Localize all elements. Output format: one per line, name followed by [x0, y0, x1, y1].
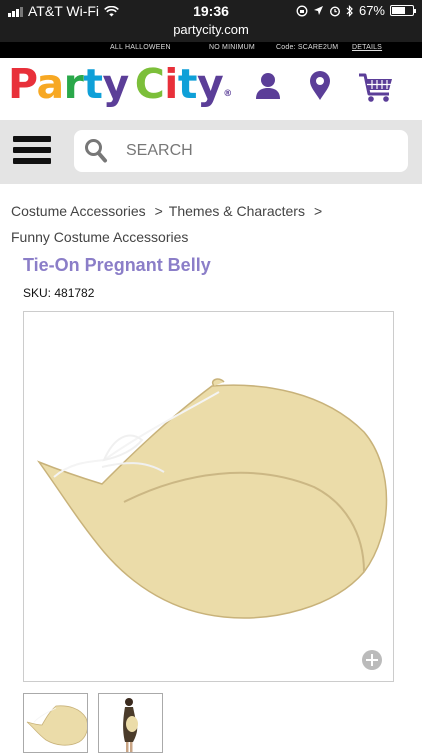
promo-left-text: ALL HALLOWEEN	[110, 44, 171, 51]
site-header: Party City®	[0, 58, 422, 120]
product-sku: SKU: 481782	[23, 286, 95, 300]
url-text: partycity.com	[173, 22, 249, 37]
battery-icon	[390, 5, 416, 16]
breadcrumb-themes-characters[interactable]: Themes & Characters	[169, 203, 305, 219]
logo-registered-mark: ®	[223, 89, 232, 99]
product-title: Tie-On Pregnant Belly	[23, 255, 211, 275]
search-icon	[85, 139, 107, 163]
logo-letter: r	[63, 60, 84, 108]
store-locator-icon[interactable]	[309, 71, 331, 101]
logo-letter: P	[8, 60, 37, 108]
pregnant-belly-image	[36, 378, 388, 619]
thumbnail-2[interactable]	[98, 693, 163, 753]
bluetooth-icon	[346, 4, 353, 17]
search-input[interactable]	[126, 138, 396, 164]
hamburger-menu-icon[interactable]	[13, 136, 51, 168]
zoom-in-icon[interactable]	[362, 650, 382, 670]
thumbnail-1[interactable]	[23, 693, 88, 753]
search-box[interactable]	[74, 130, 408, 172]
status-right: 67%	[296, 3, 416, 18]
rotation-lock-icon	[296, 5, 308, 16]
thumbnail-model-image	[123, 698, 138, 752]
breadcrumb-funny-costume-accessories[interactable]: Funny Costume Accessories	[11, 229, 188, 245]
promo-middle-text: NO MINIMUM	[209, 44, 255, 51]
promo-details-link[interactable]: DETAILS	[352, 44, 382, 51]
account-icon[interactable]	[255, 72, 281, 100]
search-row	[0, 120, 422, 184]
battery-percent: 67%	[358, 3, 385, 18]
breadcrumb-costume-accessories[interactable]: Costume Accessories	[11, 203, 146, 219]
cart-icon[interactable]	[358, 72, 394, 104]
browser-url-bar[interactable]: partycity.com	[0, 22, 422, 42]
logo-letter: i	[164, 60, 178, 108]
status-bar: AT&T Wi-Fi 19:36 67%	[0, 0, 422, 22]
promo-code-text: Code: SCARE2UM	[276, 44, 339, 51]
logo-letter: t	[83, 60, 103, 108]
breadcrumb-separator: >	[313, 203, 323, 219]
promo-bar: ALL HALLOWEEN NO MINIMUM Code: SCARE2UM …	[0, 42, 422, 58]
logo-letter: C	[134, 60, 165, 108]
logo-letter: t	[177, 60, 198, 108]
logo-letter: y	[196, 60, 224, 108]
product-main-image[interactable]	[23, 311, 394, 682]
breadcrumb-separator: >	[154, 203, 163, 219]
location-arrow-icon	[313, 6, 323, 15]
alarm-icon	[329, 5, 340, 17]
breadcrumb: Costume Accessories > Themes & Characters >…	[11, 198, 416, 250]
thumbnail-belly-image	[26, 705, 87, 746]
battery-fill	[392, 7, 406, 14]
logo-letter: a	[36, 60, 64, 108]
party-city-logo[interactable]: Party City®	[8, 60, 232, 108]
logo-letter: y	[102, 60, 129, 108]
